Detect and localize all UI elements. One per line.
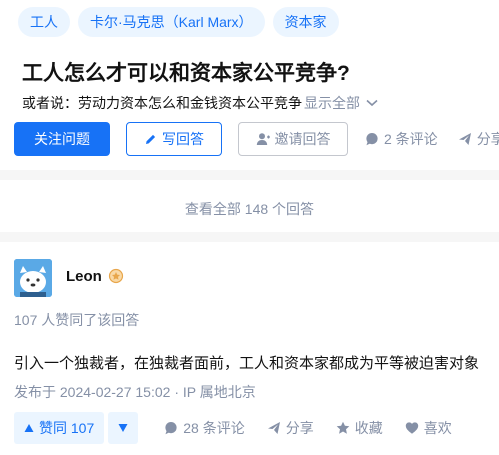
chevron-down-icon bbox=[366, 99, 378, 107]
favorite-button[interactable]: 收藏 bbox=[336, 418, 383, 438]
answer-actions: 赞同 107 28 条评论 分享 收藏 喜欢 bbox=[14, 412, 452, 444]
expand-button[interactable]: 显示全部 bbox=[304, 93, 378, 113]
write-answer-label: 写回答 bbox=[162, 131, 204, 147]
answer-card: Leon 107 人赞同了该回答 引入一个独裁者，在独裁者面前，工人和资本家都成… bbox=[0, 242, 499, 455]
invite-user-icon bbox=[256, 132, 270, 146]
invite-answer-label: 邀请回答 bbox=[274, 131, 331, 147]
answer-comments-label: 28 条评论 bbox=[183, 420, 245, 436]
view-all-answers-link[interactable]: 查看全部 148 个回答 bbox=[0, 199, 499, 219]
question-detail-text: 或者说：劳动力资本怎么和金钱资本公平竞争 bbox=[22, 95, 302, 111]
question-detail: 或者说：劳动力资本怎么和金钱资本公平竞争 显示全部 bbox=[22, 93, 378, 113]
answer-content: 引入一个独裁者，在独裁者面前，工人和资本家都成为平等被迫害对象 bbox=[14, 355, 480, 372]
topic-list: 工人 卡尔·马克思（Karl Marx） 资本家 bbox=[18, 7, 339, 37]
follow-question-button[interactable]: 关注问题 bbox=[14, 122, 110, 156]
question-actions: 关注问题 写回答 邀请回答 2 条评论 分享 bbox=[14, 122, 499, 156]
question-header: 工人 卡尔·马克思（Karl Marx） 资本家 工人怎么才可以和资本家公平竞争… bbox=[0, 0, 499, 170]
question-comments-button[interactable]: 2 条评论 bbox=[365, 129, 438, 149]
topic-tag[interactable]: 工人 bbox=[18, 7, 70, 37]
answer-comments-button[interactable]: 28 条评论 bbox=[164, 418, 245, 438]
upvote-label: 赞同 107 bbox=[39, 420, 95, 436]
downvote-button[interactable] bbox=[108, 412, 139, 444]
like-label: 喜欢 bbox=[423, 420, 452, 436]
favorite-label: 收藏 bbox=[354, 420, 383, 436]
share-icon bbox=[267, 421, 281, 435]
question-share-button[interactable]: 分享 bbox=[458, 129, 499, 149]
upvote-button[interactable]: 赞同 107 bbox=[14, 412, 105, 444]
pencil-icon bbox=[144, 133, 157, 146]
star-icon bbox=[336, 421, 350, 435]
write-answer-button[interactable]: 写回答 bbox=[126, 122, 222, 156]
triangle-up-icon bbox=[24, 423, 34, 433]
upvote-summary: 107 人赞同了该回答 bbox=[14, 312, 140, 328]
share-icon bbox=[458, 132, 472, 146]
question-comments-label: 2 条评论 bbox=[384, 131, 438, 147]
author-name[interactable]: Leon bbox=[66, 268, 102, 285]
answer-share-label: 分享 bbox=[285, 420, 314, 436]
avatar[interactable] bbox=[14, 259, 52, 297]
topic-tag[interactable]: 卡尔·马克思（Karl Marx） bbox=[78, 7, 265, 37]
answer-share-button[interactable]: 分享 bbox=[267, 418, 314, 438]
invite-answer-button[interactable]: 邀请回答 bbox=[238, 122, 348, 156]
like-button[interactable]: 喜欢 bbox=[405, 418, 452, 438]
author-badge-icon bbox=[108, 268, 124, 289]
publish-time[interactable]: 发布于 2024-02-27 15:02 · IP 属地北京 bbox=[14, 382, 256, 402]
comment-icon bbox=[164, 421, 178, 435]
view-all-answers-bar: 查看全部 148 个回答 bbox=[0, 180, 499, 232]
topic-tag[interactable]: 资本家 bbox=[272, 7, 339, 37]
question-share-label: 分享 bbox=[476, 131, 499, 147]
comment-icon bbox=[365, 132, 379, 146]
triangle-down-icon bbox=[118, 424, 128, 432]
question-title: 工人怎么才可以和资本家公平竞争? bbox=[22, 62, 350, 85]
heart-icon bbox=[405, 421, 419, 435]
expand-label: 显示全部 bbox=[304, 95, 360, 111]
